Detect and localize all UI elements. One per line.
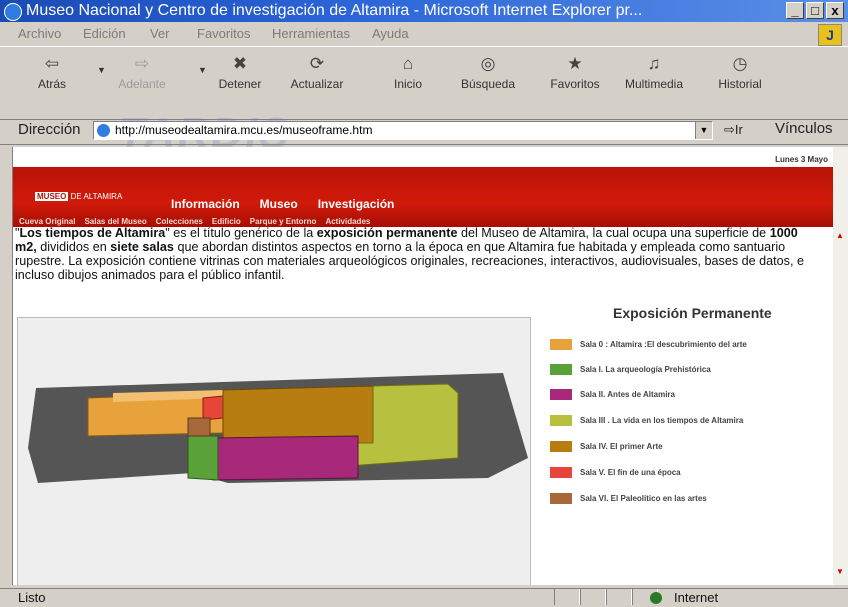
- legend-sala-3[interactable]: Sala III . La vida en los tiempos de Alt…: [550, 415, 743, 426]
- menu-bar: Archivo Edición Ver Favoritos Herramient…: [0, 22, 848, 44]
- links-button[interactable]: Vínculos: [775, 120, 833, 137]
- page-content: Lunes 3 Mayo MUSEO DE ALTAMIRA Informaci…: [12, 147, 834, 585]
- legend-swatch: [550, 467, 572, 478]
- browser-window: Museo Nacional y Centro de investigación…: [0, 0, 848, 607]
- intro-paragraph: "Los tiempos de Altamira" es el título g…: [15, 226, 804, 282]
- legend-sala-0[interactable]: Sala 0 : Altamira :El descubrimiento del…: [550, 339, 747, 350]
- subnav-salas[interactable]: Salas del Museo: [84, 217, 146, 226]
- status-bar: Listo Internet: [0, 588, 848, 607]
- status-text: Listo: [18, 590, 46, 605]
- home-icon: ⌂: [402, 54, 414, 73]
- scroll-down-icon[interactable]: ▼: [836, 567, 844, 576]
- favorites-button[interactable]: ★ Favoritos: [545, 53, 605, 91]
- address-bar: Dirección http://museodealtamira.mcu.es/…: [0, 118, 848, 145]
- subnav-colecciones[interactable]: Colecciones: [156, 217, 203, 226]
- sala-6-area: [187, 417, 211, 437]
- floor-plan-map[interactable]: [17, 317, 531, 585]
- subnav-edificio[interactable]: Edificio: [212, 217, 241, 226]
- sala-2-area: [212, 435, 359, 481]
- favorites-icon: ★: [567, 54, 583, 73]
- go-button[interactable]: ⇨Ir: [724, 122, 743, 138]
- address-input[interactable]: http://museodealtamira.mcu.es/museoframe…: [93, 121, 713, 140]
- legend-swatch: [550, 339, 572, 350]
- menu-archivo[interactable]: Archivo: [18, 26, 61, 41]
- nav-museo[interactable]: Museo: [260, 197, 298, 211]
- address-url[interactable]: http://museodealtamira.mcu.es/museoframe…: [115, 123, 372, 137]
- page-date: Lunes 3 Mayo: [775, 155, 828, 164]
- sala-1-area: [187, 435, 219, 481]
- museum-logo[interactable]: MUSEO DE ALTAMIRA: [35, 192, 122, 201]
- history-button[interactable]: ◷ Historial: [710, 53, 770, 91]
- legend-swatch: [550, 415, 572, 426]
- legend-swatch: [550, 364, 572, 375]
- forward-arrow-icon: ⇨: [134, 54, 150, 73]
- refresh-button[interactable]: ⟳ Actualizar: [287, 53, 347, 91]
- page-icon: [97, 124, 110, 137]
- title-bar: Museo Nacional y Centro de investigación…: [0, 0, 848, 22]
- subnav-cueva-original[interactable]: Cueva Original: [19, 217, 75, 226]
- date-bar: Lunes 3 Mayo: [13, 147, 834, 168]
- legend-sala-6[interactable]: Sala VI. El Paleolítico en las artes: [550, 493, 707, 504]
- home-button[interactable]: ⌂ Inicio: [378, 53, 438, 91]
- menu-edicion[interactable]: Edición: [83, 26, 126, 41]
- legend-swatch: [550, 441, 572, 452]
- close-button[interactable]: x: [826, 2, 844, 19]
- isp-logo-icon: J: [818, 24, 842, 46]
- nav-investigacion[interactable]: Investigación: [318, 197, 395, 211]
- security-zone: Internet: [674, 590, 719, 605]
- menu-ayuda[interactable]: Ayuda: [372, 26, 409, 41]
- menu-ver[interactable]: Ver: [150, 26, 170, 41]
- minimize-button[interactable]: _: [786, 2, 804, 19]
- scroll-up-icon[interactable]: ▲: [836, 231, 844, 240]
- maximize-button[interactable]: □: [806, 2, 824, 19]
- forward-dropdown[interactable]: ▼: [198, 65, 207, 75]
- back-dropdown[interactable]: ▼: [97, 65, 106, 75]
- back-button[interactable]: ⇦ Atrás: [22, 53, 82, 91]
- standard-toolbar: TARDIS ⇦Atrás ▼ ⇨Adelante ▼ ✖Detener ⟳Ac…: [0, 46, 848, 158]
- subnav-actividades[interactable]: Actividades: [325, 217, 370, 226]
- history-icon: ◷: [732, 54, 748, 73]
- status-panes: [554, 589, 658, 605]
- refresh-icon: ⟳: [309, 54, 325, 73]
- menu-herramientas[interactable]: Herramientas: [272, 26, 350, 41]
- menu-favoritos[interactable]: Favoritos: [197, 26, 250, 41]
- stop-button[interactable]: ✖ Detener: [210, 53, 270, 91]
- sub-nav: Cueva Original Salas del Museo Coleccion…: [19, 217, 370, 226]
- search-button[interactable]: ◎ Búsqueda: [458, 53, 518, 91]
- address-dropdown-icon[interactable]: ▼: [695, 122, 712, 139]
- internet-explorer-icon: [4, 3, 22, 21]
- legend-title: Exposición Permanente: [613, 305, 772, 321]
- stop-icon: ✖: [232, 54, 248, 73]
- window-title: Museo Nacional y Centro de investigación…: [26, 2, 643, 19]
- address-label: Dirección: [18, 121, 81, 138]
- legend-sala-5[interactable]: Sala V. El fin de una época: [550, 467, 681, 478]
- subnav-parque[interactable]: Parque y Entorno: [250, 217, 317, 226]
- legend-sala-4[interactable]: Sala IV. El primer Arte: [550, 441, 663, 452]
- nav-informacion[interactable]: Información: [171, 197, 240, 211]
- go-arrow-icon: ⇨: [724, 122, 735, 137]
- multimedia-icon: ♫: [647, 54, 661, 73]
- floor-plan-drawing: [28, 373, 528, 483]
- legend-swatch: [550, 389, 572, 400]
- legend-swatch: [550, 493, 572, 504]
- sala-5-area: [202, 395, 224, 421]
- search-icon: ◎: [480, 54, 496, 73]
- forward-button[interactable]: ⇨ Adelante: [112, 53, 172, 91]
- internet-zone-icon: [650, 592, 662, 604]
- vertical-scrollbar[interactable]: ▲ ▼: [833, 147, 848, 585]
- site-header: MUSEO DE ALTAMIRA Información Museo Inve…: [13, 167, 834, 227]
- back-arrow-icon: ⇦: [44, 54, 60, 73]
- legend-sala-1[interactable]: Sala I. La arqueología Prehistórica: [550, 364, 711, 375]
- legend-sala-2[interactable]: Sala II. Antes de Altamira: [550, 389, 675, 400]
- multimedia-button[interactable]: ♫ Multimedia: [624, 53, 684, 91]
- main-nav: Información Museo Investigación: [171, 197, 394, 211]
